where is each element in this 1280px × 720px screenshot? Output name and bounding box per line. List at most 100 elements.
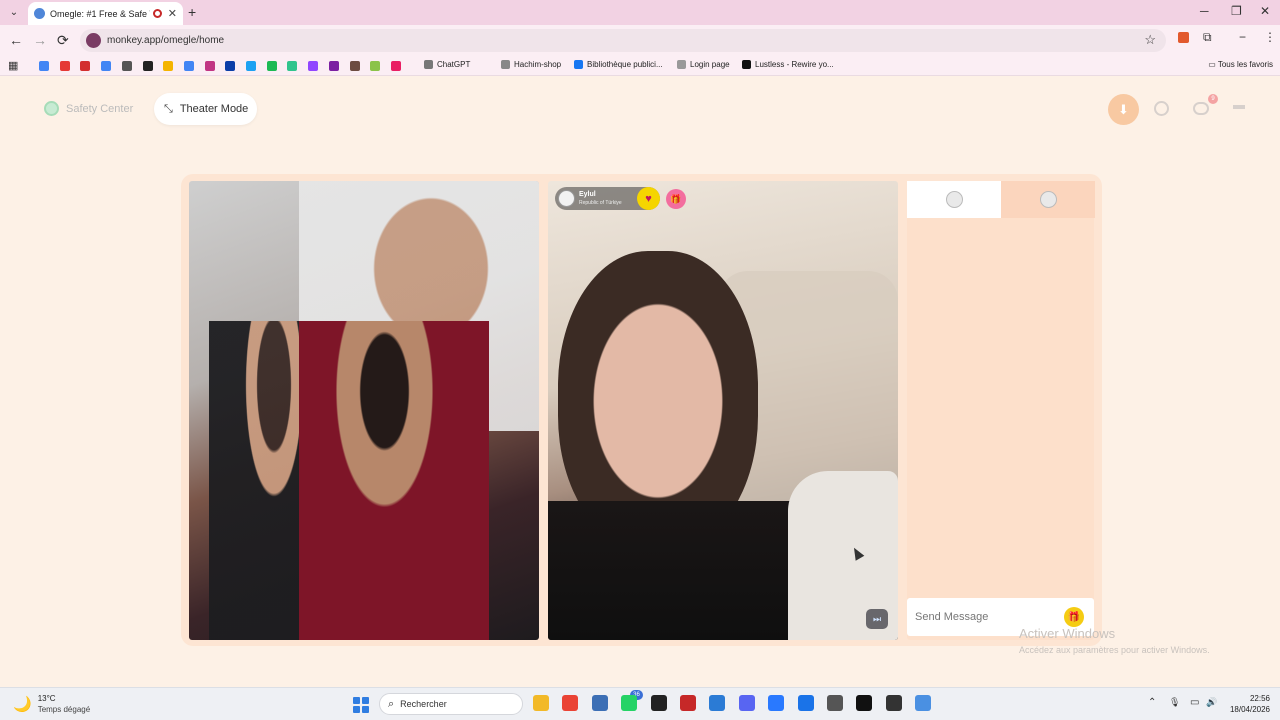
avatar bbox=[558, 190, 575, 207]
bookmark-star-icon[interactable]: ☆ bbox=[1144, 32, 1156, 48]
bookmark-hachim-shop[interactable]: Hachim-shop bbox=[501, 60, 561, 69]
messages-badge: 9 bbox=[1208, 94, 1218, 104]
bookmark-favicon-icon[interactable] bbox=[328, 61, 339, 71]
bookmark-favicon-icon[interactable] bbox=[204, 61, 215, 71]
minimize-button[interactable]: ─ bbox=[1200, 4, 1209, 18]
bookmark-favicon-icon[interactable] bbox=[287, 61, 298, 71]
bookmark-favicon-icon[interactable] bbox=[266, 61, 277, 71]
bookmark-favicon-icon[interactable] bbox=[101, 61, 112, 71]
back-button[interactable]: ← bbox=[9, 32, 23, 48]
skip-icon: ⏭ bbox=[872, 614, 882, 624]
monkey-app-page: Safety Center ⤡ Theater Mode ⬇ 9 Eylul R… bbox=[0, 77, 1280, 687]
new-tab-button[interactable]: + bbox=[188, 4, 196, 20]
bookmark-favicon-icon[interactable] bbox=[142, 61, 153, 71]
browser-tab[interactable]: Omegle: #1 Free & Safe Vid ✕ bbox=[28, 2, 183, 25]
bookmark-favicon-icon[interactable] bbox=[370, 61, 381, 71]
bookmark-favicon-icon[interactable] bbox=[390, 61, 401, 71]
tray-chevron-icon[interactable]: ⌃ bbox=[1148, 697, 1156, 708]
messages-icon[interactable] bbox=[1193, 102, 1209, 115]
avatar bbox=[945, 191, 963, 208]
tab-close-button[interactable]: ✕ bbox=[168, 7, 177, 20]
windows-logo-icon bbox=[362, 697, 369, 704]
menu-icon[interactable] bbox=[1233, 105, 1245, 109]
chat-gift-button[interactable]: 🎁 bbox=[1064, 607, 1084, 627]
notion-icon[interactable] bbox=[856, 695, 873, 711]
send-message-input[interactable] bbox=[915, 608, 1055, 626]
whatsapp-icon[interactable] bbox=[621, 695, 638, 711]
download-button[interactable]: ⬇ bbox=[1108, 94, 1139, 125]
bookmark-favicon-icon[interactable] bbox=[39, 61, 49, 71]
address-bar[interactable]: monkey.app/omegle/home ☆ bbox=[80, 29, 1166, 52]
start-button[interactable] bbox=[353, 697, 369, 713]
send-gift-button[interactable]: 🎁 bbox=[666, 189, 686, 209]
edge-icon[interactable] bbox=[797, 695, 814, 711]
history-icon[interactable] bbox=[1154, 101, 1169, 116]
all-bookmarks-folder[interactable]: ▭ Tous les favoris bbox=[1208, 60, 1273, 69]
profile-button[interactable]: − bbox=[1239, 30, 1246, 44]
forward-button[interactable]: → bbox=[33, 32, 47, 48]
bookmark-favicon-icon[interactable] bbox=[225, 61, 236, 71]
bookmark-favicon-icon[interactable] bbox=[163, 61, 174, 71]
bookmark-favicon-icon[interactable] bbox=[308, 61, 319, 71]
files-icon[interactable] bbox=[533, 695, 549, 711]
window-close-button[interactable]: ✕ bbox=[1260, 4, 1270, 18]
bookmark-favicon-icon[interactable] bbox=[121, 61, 132, 71]
metamask-icon[interactable] bbox=[1178, 32, 1189, 43]
chatgpt-icon bbox=[424, 60, 433, 69]
extensions-icon[interactable]: ⧉ bbox=[1203, 30, 1212, 45]
weather-widget[interactable]: 🌙 13°C Temps dégagé bbox=[13, 693, 90, 715]
tiktok-icon bbox=[742, 60, 751, 69]
bookmark-login-page[interactable]: Login page bbox=[677, 60, 730, 69]
restore-button[interactable]: ❐ bbox=[1231, 4, 1242, 18]
safety-center-link[interactable]: Safety Center bbox=[44, 101, 133, 116]
browser-menu-icon[interactable]: ⋮ bbox=[1264, 30, 1276, 44]
theater-mode-button[interactable]: ⤡ Theater Mode bbox=[154, 93, 257, 125]
weather-condition: Temps dégagé bbox=[37, 705, 91, 714]
remote-username: Eylul bbox=[579, 190, 596, 198]
display-icon[interactable]: ▭ bbox=[1190, 697, 1199, 708]
vscode-icon[interactable] bbox=[709, 695, 726, 711]
windows-activation-watermark: Activer Windows Accédez aux paramètres p… bbox=[1019, 626, 1210, 655]
discord-icon[interactable] bbox=[738, 695, 755, 711]
browser-toolbar: ← → ⟳ monkey.app/omegle/home ☆ bbox=[0, 25, 1280, 56]
volume-icon[interactable]: 🔊 bbox=[1206, 697, 1217, 708]
snipping-icon[interactable] bbox=[827, 695, 843, 711]
like-button[interactable]: ♥ bbox=[637, 187, 660, 210]
chrome-icon[interactable] bbox=[562, 695, 579, 711]
local-video-person bbox=[299, 321, 489, 640]
apps-grid-icon[interactable]: ▦ bbox=[8, 59, 18, 72]
meta-icon bbox=[574, 60, 583, 69]
taskbar: 🌙 13°C Temps dégagé ⌕ Rechercher 36 ⌃ 🎙 … bbox=[0, 687, 1280, 720]
chat-tab-self[interactable] bbox=[907, 181, 1001, 218]
bookmark-bibliotheque[interactable]: Bibliothèque publici... bbox=[574, 60, 663, 69]
temperature: 13°C bbox=[37, 694, 56, 703]
heart-icon: ♥ bbox=[645, 192, 652, 205]
reload-button[interactable]: ⟳ bbox=[57, 32, 69, 49]
bookmark-chatgpt[interactable]: ChatGPT bbox=[424, 60, 470, 69]
gift-icon: 🎁 bbox=[670, 193, 682, 204]
skip-button[interactable]: ⏭ bbox=[866, 609, 888, 629]
capcut-icon[interactable] bbox=[650, 695, 667, 711]
activation-subtitle: Accédez aux paramètres pour activer Wind… bbox=[1019, 645, 1210, 655]
microphone-icon[interactable]: 🎙 bbox=[1169, 697, 1180, 708]
bookmark-lustless[interactable]: Lustless - Rewire yo... bbox=[742, 60, 834, 69]
tab-search-button[interactable]: ⌄ bbox=[6, 5, 22, 21]
bookmark-favicon-icon[interactable] bbox=[183, 61, 194, 71]
obs-icon[interactable] bbox=[885, 695, 902, 711]
monkey-icon[interactable] bbox=[915, 695, 932, 711]
bookmark-favicon-icon[interactable] bbox=[246, 61, 256, 71]
chat-tab-remote[interactable] bbox=[1001, 181, 1095, 218]
app-red-icon[interactable] bbox=[680, 695, 696, 711]
remote-country: Republic of Türkiye bbox=[579, 199, 622, 206]
bookmark-favicon-icon[interactable] bbox=[349, 61, 360, 71]
clock[interactable]: 22:56 18/04/2026 bbox=[1230, 693, 1270, 715]
arc-icon[interactable] bbox=[768, 695, 785, 711]
url-text: monkey.app/omegle/home bbox=[107, 35, 225, 46]
site-info-icon[interactable] bbox=[86, 33, 101, 48]
tab-title: Omegle: #1 Free & Safe Vid bbox=[50, 8, 150, 19]
time: 22:56 bbox=[1249, 694, 1270, 703]
bookmark-favicon-icon[interactable] bbox=[59, 61, 70, 71]
taskbar-search[interactable]: ⌕ Rechercher bbox=[379, 693, 523, 715]
calculator-icon[interactable] bbox=[591, 695, 608, 711]
bookmark-favicon-icon[interactable] bbox=[80, 61, 91, 71]
